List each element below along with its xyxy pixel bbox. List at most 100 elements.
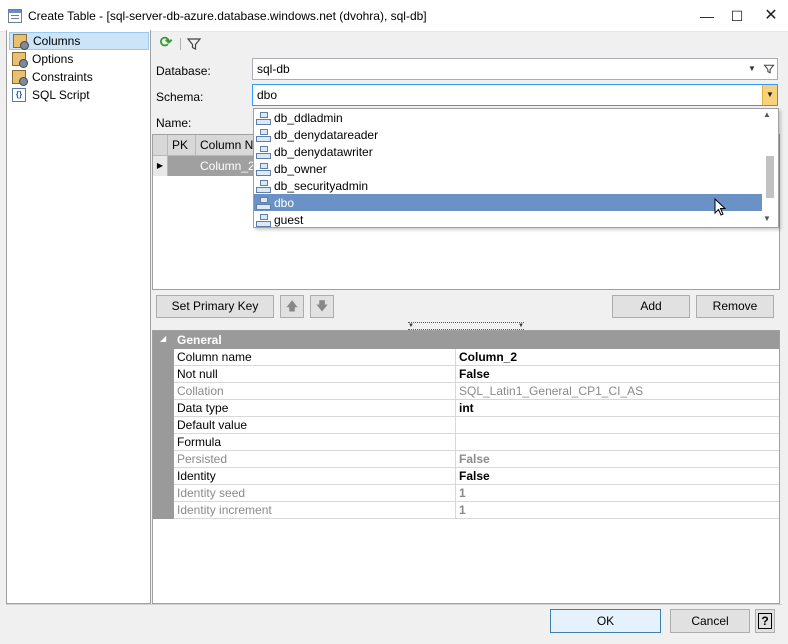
schema-icon	[256, 145, 271, 159]
property-gutter	[153, 349, 174, 519]
list-item[interactable]: db_denydatawriter	[254, 143, 762, 160]
filter-icon[interactable]	[186, 36, 202, 52]
list-item-label: db_denydatareader	[274, 127, 379, 142]
schema-combo[interactable]: dbo	[252, 84, 778, 106]
nav-item-label: SQL Script	[32, 88, 90, 102]
filter-icon[interactable]	[763, 63, 775, 75]
property-section-title: General	[177, 333, 222, 347]
property-name: Default value	[177, 418, 248, 432]
scroll-up-icon[interactable]: ▲	[763, 110, 771, 119]
name-label: Name:	[156, 116, 192, 130]
cancel-button[interactable]: Cancel	[670, 609, 750, 633]
database-value: sql-db	[257, 62, 290, 76]
list-item-label: guest	[274, 212, 304, 227]
table-row-pk-cell[interactable]	[168, 156, 196, 176]
nav-item-label: Options	[32, 52, 74, 66]
property-value[interactable]: int	[455, 400, 779, 416]
footer-divider	[6, 604, 782, 605]
scrollbar-thumb[interactable]	[766, 156, 774, 198]
list-item[interactable]: db_securityadmin	[254, 177, 762, 194]
database-combo[interactable]: sql-db	[252, 58, 778, 80]
property-value[interactable]: False	[455, 451, 779, 467]
collapse-icon[interactable]: ◢	[160, 334, 166, 343]
close-button[interactable]: ✕	[756, 0, 786, 32]
table-options-icon	[12, 52, 28, 68]
list-item[interactable]: db_denydatareader	[254, 126, 762, 143]
grid-header-column-name[interactable]: Column Name	[196, 135, 256, 156]
property-row-collation[interactable]: Collation SQL_Latin1_General_CP1_CI_AS	[174, 383, 779, 400]
property-name: Identity	[177, 469, 216, 483]
table-columns-icon	[13, 34, 29, 50]
list-item[interactable]: db_ddladmin	[254, 109, 762, 126]
refresh-icon[interactable]: ⟳	[158, 35, 174, 51]
property-name: Identity seed	[177, 486, 246, 500]
property-name: Data type	[177, 401, 229, 415]
add-button[interactable]: Add	[612, 295, 690, 318]
grid-header-pk[interactable]: PK	[168, 135, 196, 156]
nav-item-options[interactable]: Options	[9, 50, 149, 68]
schema-icon	[256, 162, 271, 176]
chevron-down-icon[interactable]: ▼	[748, 64, 756, 73]
nav-item-columns[interactable]: Columns	[9, 32, 149, 50]
schema-label: Schema:	[156, 90, 204, 104]
property-name: Formula	[177, 435, 222, 449]
property-row-persisted[interactable]: Persisted False	[174, 451, 779, 468]
list-item-label: db_denydatawriter	[274, 144, 373, 159]
list-item-label: db_securityadmin	[274, 178, 369, 193]
splitter-handle[interactable]: ▼ ▼	[408, 322, 524, 330]
list-item-label: db_owner	[274, 161, 327, 176]
property-value[interactable]: False	[455, 366, 779, 382]
create-table-icon	[8, 9, 22, 23]
grid-corner	[153, 135, 168, 156]
property-row-identity[interactable]: Identity False	[174, 468, 779, 485]
property-row-column-name[interactable]: Column name Column_2	[174, 349, 779, 366]
move-up-button[interactable]: 🡅	[280, 295, 304, 318]
property-row-data-type[interactable]: Data type int	[174, 400, 779, 417]
property-value[interactable]: 1	[455, 502, 779, 518]
help-button[interactable]: ?	[755, 609, 775, 633]
list-item[interactable]: guest	[254, 211, 762, 228]
minimize-button[interactable]: —	[692, 0, 722, 32]
schema-icon	[256, 179, 271, 193]
list-item[interactable]: db_owner	[254, 160, 762, 177]
property-value[interactable]: Column_2	[455, 349, 779, 365]
maximize-button[interactable]: ☐	[722, 0, 752, 32]
property-value[interactable]: False	[455, 468, 779, 484]
schema-value: dbo	[257, 88, 278, 102]
property-row-formula[interactable]: Formula	[174, 434, 779, 451]
property-name: Identity increment	[177, 503, 272, 517]
property-row-identity-seed[interactable]: Identity seed 1	[174, 485, 779, 502]
property-row-identity-increment[interactable]: Identity increment 1	[174, 502, 779, 519]
property-row-not-null[interactable]: Not null False	[174, 366, 779, 383]
schema-icon	[256, 213, 271, 227]
property-name: Persisted	[177, 452, 228, 466]
ok-button[interactable]: OK	[550, 609, 661, 633]
property-value[interactable]	[455, 434, 779, 450]
property-value[interactable]: SQL_Latin1_General_CP1_CI_AS	[455, 383, 779, 399]
row-indicator-icon[interactable]: ▶	[153, 156, 168, 176]
schema-icon	[256, 128, 271, 142]
list-item-label: db_ddladmin	[274, 110, 343, 125]
property-row-default-value[interactable]: Default value	[174, 417, 779, 434]
nav-item-sql-script[interactable]: {} SQL Script	[9, 86, 149, 104]
table-row-column-name-cell[interactable]: Column_2	[196, 156, 256, 176]
property-section-header[interactable]	[153, 331, 779, 349]
schema-dropdown-button[interactable]: ▼	[762, 85, 777, 105]
list-item-selected[interactable]: dbo	[254, 194, 762, 211]
property-value[interactable]	[455, 417, 779, 433]
nav-item-label: Columns	[33, 34, 81, 48]
schema-icon	[256, 111, 271, 125]
schema-dropdown-list: db_ddladmin db_denydatareader db_denydat…	[253, 108, 779, 228]
table-constraints-icon	[12, 70, 28, 86]
move-down-button[interactable]: 🡇	[310, 295, 334, 318]
remove-button[interactable]: Remove	[696, 295, 774, 318]
property-name: Not null	[177, 367, 218, 381]
window-title: Create Table - [sql-server-db-azure.data…	[28, 9, 427, 23]
toolbar-separator	[180, 38, 181, 50]
schema-icon	[256, 196, 271, 210]
property-value[interactable]: 1	[455, 485, 779, 501]
nav-item-constraints[interactable]: Constraints	[9, 68, 149, 86]
property-name: Collation	[177, 384, 224, 398]
set-primary-key-button[interactable]: Set Primary Key	[156, 295, 274, 318]
scroll-down-icon[interactable]: ▼	[763, 214, 771, 223]
